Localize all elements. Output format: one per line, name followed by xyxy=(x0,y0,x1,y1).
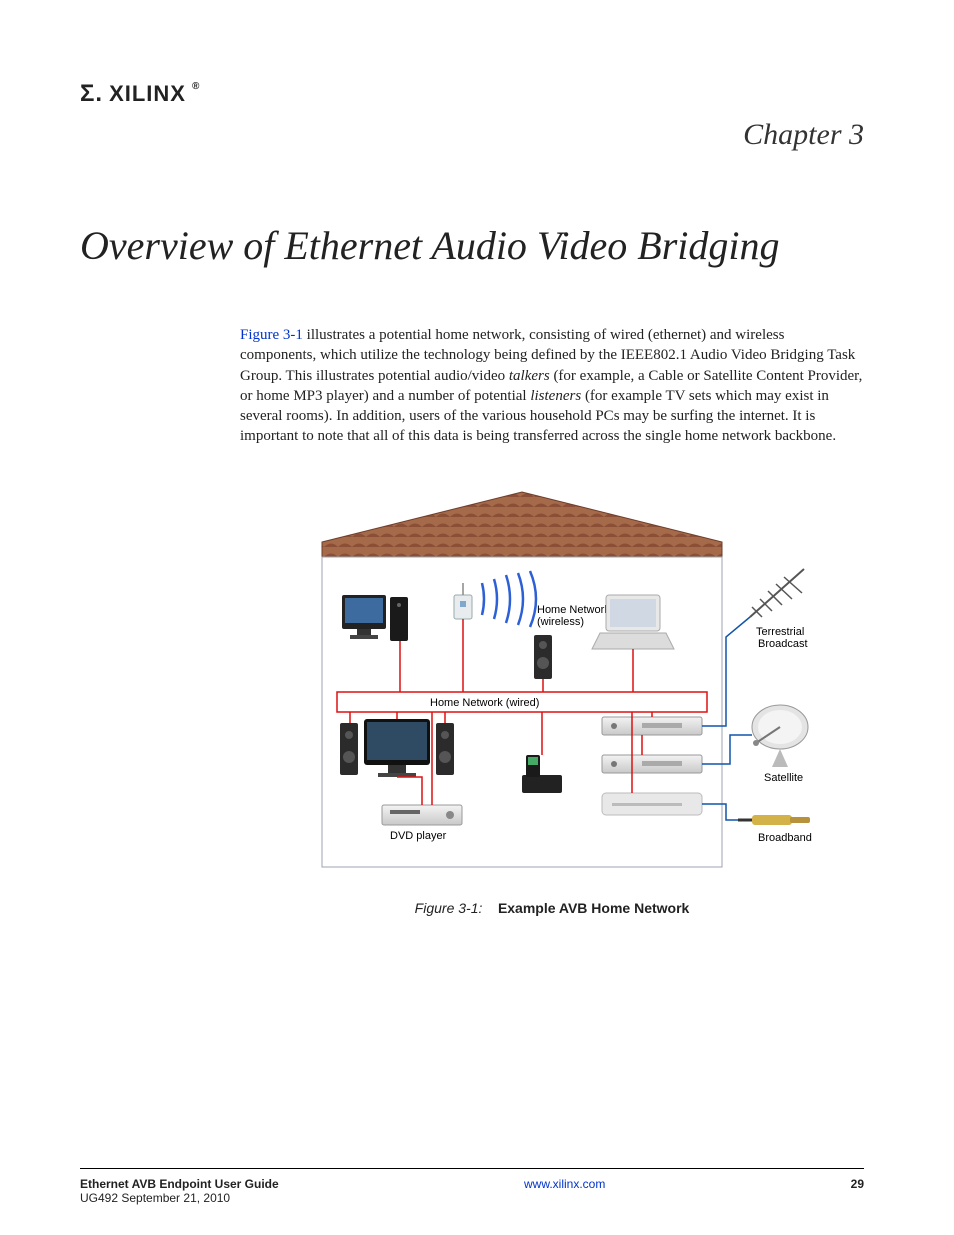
label-wired: Home Network (wired) xyxy=(430,697,539,709)
speaker-icon-top xyxy=(534,635,552,679)
router-icon xyxy=(602,793,702,815)
label-dvd: DVD player xyxy=(390,830,447,842)
label-terrestrial-1: Terrestrial xyxy=(756,626,804,638)
label-wireless-2: (wireless) xyxy=(537,616,584,628)
label-broadband: Broadband xyxy=(758,832,812,844)
page-title: Overview of Ethernet Audio Video Bridgin… xyxy=(80,222,864,270)
footer-url-link[interactable]: www.xilinx.com xyxy=(524,1177,605,1191)
chapter-label: Chapter 3 xyxy=(80,118,864,152)
para-italic-listeners: listeners xyxy=(530,388,581,404)
settop-box-1-icon xyxy=(602,717,702,735)
page-footer: Ethernet AVB Endpoint User Guide UG492 S… xyxy=(80,1168,864,1205)
footer-doc-id: UG492 September 21, 2010 xyxy=(80,1191,279,1205)
speaker-left-icon xyxy=(340,723,358,775)
dvd-player-icon xyxy=(382,805,462,825)
footer-doc-title: Ethernet AVB Endpoint User Guide xyxy=(80,1177,279,1191)
settop-box-2-icon xyxy=(602,755,702,773)
brand-logo: Σ. XILINX ® xyxy=(80,80,864,108)
figure-number: Figure 3-1: xyxy=(415,900,483,916)
logo-text: XILINX xyxy=(109,81,186,107)
figure-reference-link[interactable]: Figure 3-1 xyxy=(240,327,303,343)
footer-page-number: 29 xyxy=(851,1177,864,1191)
broadband-cable-icon xyxy=(738,815,810,825)
logo-mark-icon: Σ. xyxy=(80,80,103,108)
label-satellite: Satellite xyxy=(764,772,803,784)
para-italic-talkers: talkers xyxy=(509,368,550,384)
network-diagram: Home Network (wired) xyxy=(282,487,822,882)
label-wireless-1: Home Network xyxy=(537,604,610,616)
logo-registered: ® xyxy=(192,81,200,92)
figure-title: Example AVB Home Network xyxy=(498,900,689,916)
intro-paragraph: Figure 3-1 illustrates a potential home … xyxy=(240,325,864,447)
speaker-right-icon xyxy=(436,723,454,775)
label-terrestrial-2: Broadcast xyxy=(758,638,808,650)
antenna-icon xyxy=(750,569,804,617)
figure-caption: Figure 3-1: Example AVB Home Network xyxy=(240,900,864,916)
figure-container: Home Network (wired) xyxy=(240,487,864,916)
satellite-dish-icon xyxy=(752,705,808,767)
